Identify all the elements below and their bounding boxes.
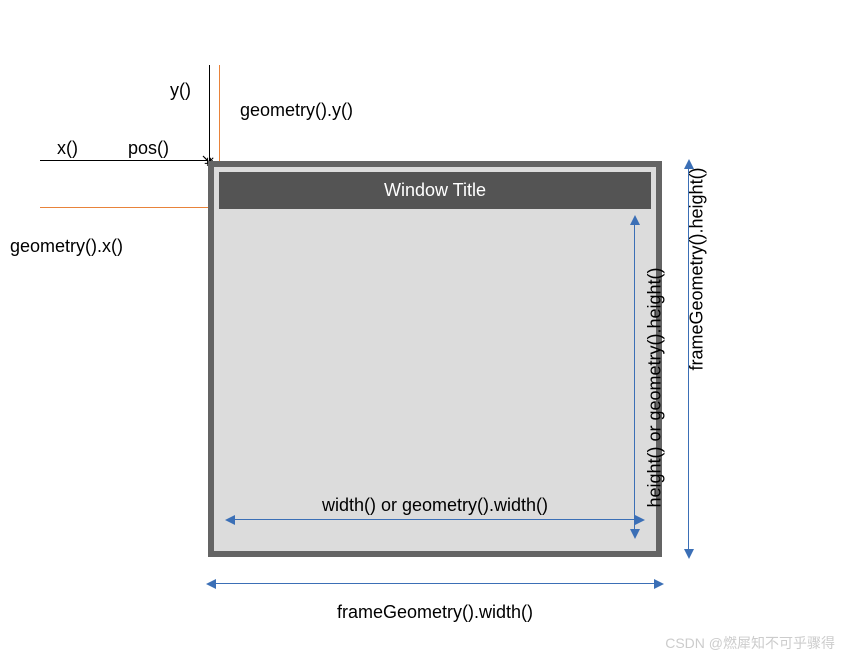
window-frame: Window Title width() or geometry().width… [208,161,662,557]
watermark-text: CSDN @燃犀知不可乎骤得 [665,633,835,653]
arrow-cap-down-icon [630,529,640,539]
label-pos: pos() [128,138,169,159]
label-geometry-x: geometry().x() [10,236,123,257]
arrow-cap-up-icon [630,215,640,225]
arrow-cap-left-icon [225,515,235,525]
inner-height-arrow [634,217,635,537]
label-y: y() [170,80,191,101]
geometry-x-line [40,207,220,208]
y-axis-line [209,65,210,162]
frame-width-label: frameGeometry().width() [337,602,533,623]
frame-height-label: frameGeometry().height() [687,167,708,370]
x-axis-line [40,160,208,161]
arrow-cap-right-icon [635,515,645,525]
inner-width-arrow [227,519,643,520]
arrow-cap-down-icon [684,549,694,559]
inner-width-label: width() or geometry().width() [322,495,548,516]
label-x: x() [57,138,78,159]
arrow-cap-left-icon [206,579,216,589]
window-geometry-diagram: y() geometry().y() x() pos() geometry().… [0,0,850,661]
window-client-area: width() or geometry().width() height() o… [219,209,651,545]
frame-width-arrow [208,583,662,584]
window-titlebar: Window Title [219,172,651,209]
label-geometry-y: geometry().y() [240,100,353,121]
arrow-cap-right-icon [654,579,664,589]
inner-height-label: height() or geometry().height() [645,267,666,507]
